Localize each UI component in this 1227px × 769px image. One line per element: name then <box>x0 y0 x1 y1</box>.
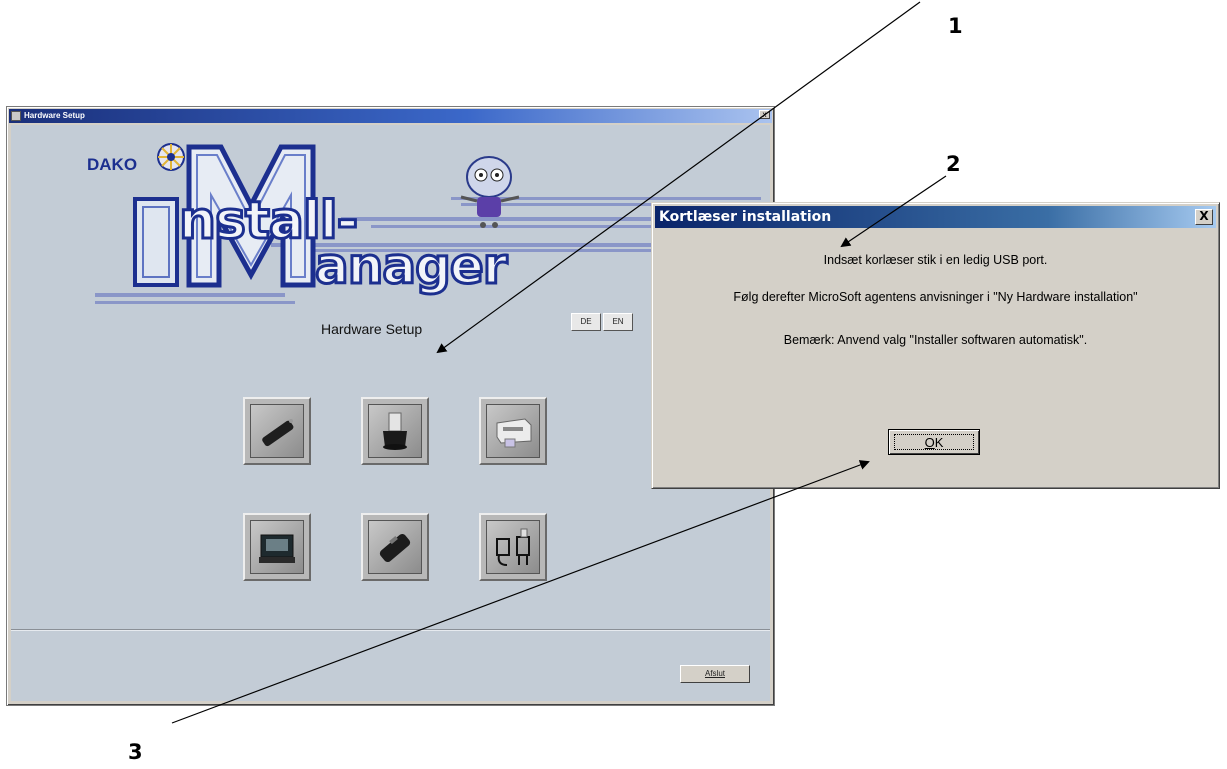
callout-number-2: 2 <box>946 152 961 176</box>
callout-number-1: 1 <box>948 14 963 38</box>
callout-number-3: 3 <box>128 740 143 764</box>
callout-lines <box>171 1 947 724</box>
callout-line-2 <box>840 175 947 248</box>
callout-line-1 <box>436 1 921 354</box>
callout-line-3 <box>171 460 870 724</box>
